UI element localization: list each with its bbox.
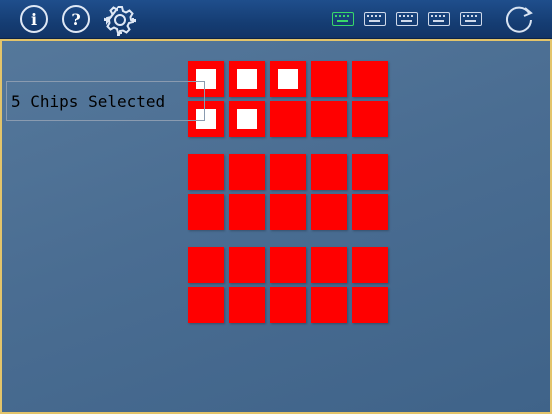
keyboard-button-2[interactable]	[364, 12, 386, 26]
chip[interactable]	[311, 194, 347, 230]
refresh-icon	[506, 6, 533, 33]
chip[interactable]	[352, 194, 388, 230]
keyboard-icon	[399, 15, 413, 22]
chip[interactable]	[311, 247, 347, 283]
chip[interactable]	[229, 101, 265, 137]
help-button[interactable]: ?	[62, 5, 90, 33]
chip[interactable]	[311, 101, 347, 137]
keyboard-button-4[interactable]	[428, 12, 450, 26]
chip[interactable]	[188, 194, 224, 230]
refresh-button[interactable]	[502, 3, 536, 41]
chip[interactable]	[352, 247, 388, 283]
chip[interactable]	[352, 154, 388, 190]
keyboard-button-3[interactable]	[396, 12, 418, 26]
keyboard-button-1[interactable]	[332, 12, 354, 26]
chip-selection-marker	[237, 69, 257, 89]
info-icon: i	[30, 9, 38, 29]
chip[interactable]	[270, 61, 306, 97]
chip[interactable]	[311, 287, 347, 323]
chip[interactable]	[188, 247, 224, 283]
chip[interactable]	[270, 194, 306, 230]
keyboard-icon	[431, 15, 445, 22]
chip[interactable]	[270, 101, 306, 137]
chip[interactable]	[311, 154, 347, 190]
chip[interactable]	[229, 247, 265, 283]
chip-selection-marker	[237, 109, 257, 129]
chip[interactable]	[229, 194, 265, 230]
chip[interactable]	[311, 61, 347, 97]
keyboard-button-5[interactable]	[460, 12, 482, 26]
status-label: 5 Chips Selected	[6, 81, 205, 121]
chip[interactable]	[352, 61, 388, 97]
keyboard-icon	[335, 15, 349, 22]
settings-button[interactable]	[104, 4, 136, 40]
chip[interactable]	[188, 154, 224, 190]
toolbar: i ?	[0, 0, 552, 39]
chip[interactable]	[270, 287, 306, 323]
chip[interactable]	[229, 61, 265, 97]
help-icon: ?	[71, 9, 81, 29]
keyboard-icon	[367, 15, 381, 22]
chip[interactable]	[352, 101, 388, 137]
keyboard-icon	[463, 15, 477, 22]
chip[interactable]	[352, 287, 388, 323]
chip[interactable]	[270, 154, 306, 190]
chip-selection-marker	[278, 69, 298, 89]
chip[interactable]	[229, 154, 265, 190]
gear-icon	[104, 6, 136, 36]
chip[interactable]	[270, 247, 306, 283]
chip[interactable]	[229, 287, 265, 323]
chip[interactable]	[188, 287, 224, 323]
info-button[interactable]: i	[20, 5, 48, 33]
